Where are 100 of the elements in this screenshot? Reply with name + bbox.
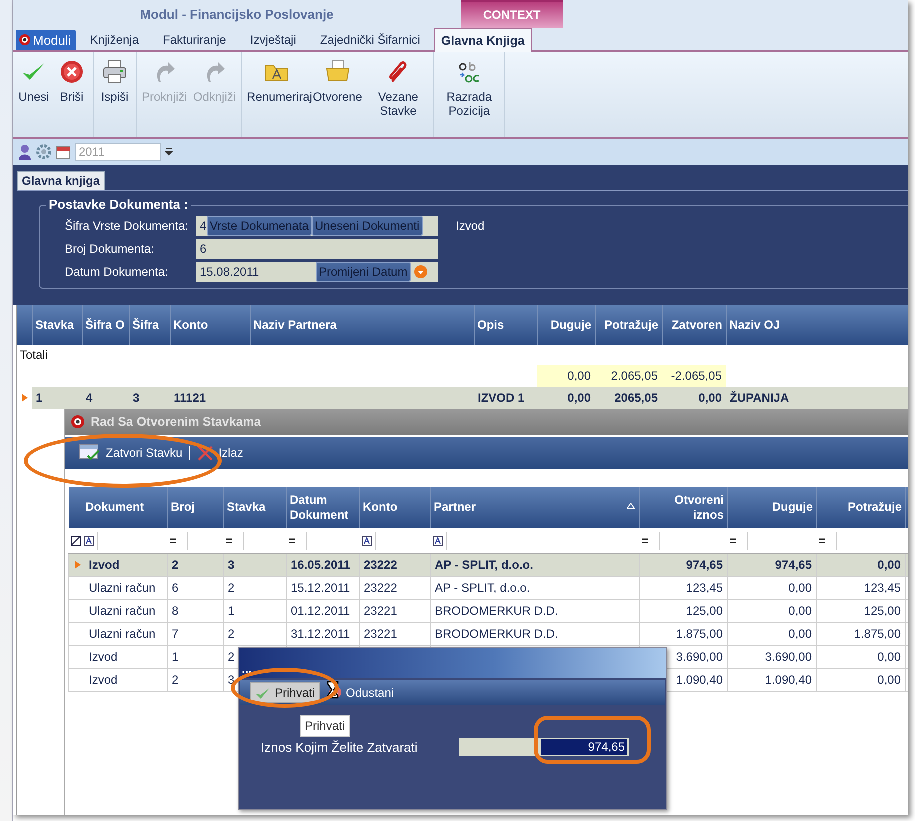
table-cell: 1 <box>172 650 179 664</box>
dropdown-icon[interactable] <box>414 265 428 279</box>
table-cell: AP - SPLIT, d.o.o. <box>435 558 534 572</box>
column-header[interactable]: Potražuje <box>816 487 906 528</box>
filter-operator[interactable]: = <box>642 534 656 548</box>
ribbon-tab[interactable]: Zajednički Šifarnici <box>310 30 430 50</box>
table-cell: 1.875,00 <box>676 627 723 641</box>
close-item-button[interactable]: Zatvori Stavku <box>75 444 187 462</box>
table-cell: 23222 <box>364 581 398 595</box>
table-cell: 31.12.2011 <box>291 627 350 641</box>
column-header[interactable]: Duguje <box>537 305 595 345</box>
ribbon-tab[interactable]: Knjiženja <box>80 30 149 50</box>
table-cell: BRODOMERKUR D.D. <box>435 627 558 641</box>
table-cell: 2 <box>172 673 179 687</box>
column-header[interactable]: Duguje <box>728 487 816 528</box>
ribbon-button[interactable]: Otvorene <box>310 52 366 137</box>
filter-operator[interactable]: = <box>226 534 240 548</box>
column-header[interactable]: Datum Dokument <box>286 487 360 528</box>
table-cell: 3.690,00 <box>676 650 723 664</box>
column-header[interactable]: Opis <box>474 305 537 345</box>
hourglass-cursor-icon <box>327 681 339 699</box>
ribbon-tab[interactable]: Fakturiranje <box>153 30 236 50</box>
table-cell: 1.875,00 <box>854 627 901 641</box>
column-header[interactable]: Stavka <box>224 487 286 528</box>
total-cell: 2.065,05 <box>595 365 662 387</box>
column-header[interactable]: Šifra O <box>82 305 129 345</box>
table-cell: 01.12.2011 <box>291 604 350 618</box>
window-title: Modul - Financijsko Poslovanje <box>140 6 334 22</box>
table-cell: 2 <box>172 558 179 572</box>
table-cell: 1.090,40 <box>765 673 812 687</box>
column-header[interactable]: Zatvoren <box>662 305 726 345</box>
table-row[interactable]: Ulazni račun 6 2 15.12.2011 23222 AP - SPLIT, d.o.o. 123,45 0,00 123,45 <box>68 576 908 600</box>
dropdown-arrow-icon[interactable] <box>165 148 173 156</box>
window-check-icon <box>79 444 101 462</box>
ribbon-button[interactable]: Vezane Stavke <box>365 52 432 137</box>
table-cell: 0,00 <box>537 387 595 409</box>
column-header[interactable]: Dokument <box>68 487 168 528</box>
table-cell: Izvod <box>89 650 118 664</box>
printer-icon <box>102 60 128 84</box>
table-cell: 123,45 <box>686 581 723 595</box>
table-cell: Ulazni račun <box>89 604 156 618</box>
column-header[interactable]: Naziv Partnera <box>250 305 474 345</box>
table-row[interactable]: Ulazni račun 8 1 01.12.2011 23221 BRODOMERKUR D.D. 125,00 0,00 125,00 <box>68 600 908 622</box>
calendar-icon <box>56 144 71 160</box>
filter-operator[interactable]: = <box>818 534 832 548</box>
ribbon-button[interactable]: Razrada Pozicija <box>436 52 502 137</box>
table-row[interactable]: Izvod 2 3 16.05.2011 23222 AP - SPLIT, d.o.o. 974,65 974,65 0,00 <box>68 554 908 576</box>
table-cell: 2 <box>228 627 235 641</box>
column-header[interactable]: Konto <box>360 487 430 528</box>
sort-icon <box>627 503 635 509</box>
table-cell: 125,00 <box>864 604 901 618</box>
filter-operator[interactable]: = <box>730 534 744 548</box>
document-type-text: Izvod <box>456 219 485 233</box>
document-tab[interactable]: Glavna knjiga <box>17 171 106 190</box>
column-header[interactable]: Konto <box>170 305 250 345</box>
clear-filter-icon[interactable] <box>70 536 80 546</box>
table-cell: 6 <box>172 581 179 595</box>
filter-operator[interactable]: = <box>288 534 302 548</box>
column-header[interactable]: Partner <box>430 487 640 528</box>
text-filter-icon[interactable] <box>84 536 94 546</box>
target-icon <box>71 415 85 429</box>
total-cell: -2.065,05 <box>662 365 726 387</box>
table-cell: 3 <box>228 558 235 572</box>
text-filter-icon[interactable] <box>362 536 372 546</box>
filter-operator[interactable]: = <box>170 534 184 548</box>
column-header[interactable]: Šifra <box>129 305 170 345</box>
table-cell: 0,00 <box>878 673 901 687</box>
column-header[interactable]: Stavka <box>32 305 82 345</box>
column-header[interactable]: Naziv OJ <box>726 305 908 345</box>
table-cell: AP - SPLIT, d.o.o. <box>435 581 530 595</box>
input-field[interactable]: 6 <box>196 239 438 259</box>
table-cell: 0,00 <box>788 581 812 595</box>
ribbon-tab[interactable]: Glavna Knjiga <box>434 28 532 52</box>
modules-menu-button[interactable]: Moduli <box>16 30 76 50</box>
table-cell: 23221 <box>364 604 398 618</box>
table-cell: 1.090,40 <box>676 673 723 687</box>
exit-button[interactable]: Izlaz <box>192 444 248 462</box>
ribbon-button[interactable]: Renumeriraj <box>244 52 310 137</box>
column-header[interactable]: Potražuje <box>595 305 662 345</box>
accept-button[interactable]: Prihvati <box>250 682 320 703</box>
column-header[interactable]: Otvoreni iznos <box>640 487 728 528</box>
table-row[interactable]: Ulazni račun 7 2 31.12.2011 23221 BRODOMERKUR D.D. 1.875,00 0,00 1.875,00 <box>68 622 908 646</box>
gear-icon <box>36 144 52 160</box>
ribbon-button[interactable]: Unesi <box>15 52 53 137</box>
column-header[interactable]: Broj <box>168 487 224 528</box>
table-cell: IZVOD 1 <box>474 387 537 409</box>
table-cell: 3.690,00 <box>765 650 812 664</box>
table-cell: 16.05.2011 <box>291 558 350 572</box>
table-cell: 123,45 <box>864 581 901 595</box>
amount-field[interactable]: 974,65 <box>459 738 629 756</box>
ribbon-button[interactable]: Ispiši <box>96 52 134 137</box>
ribbon-tab[interactable]: Izvještaji <box>240 30 306 50</box>
text-filter-icon[interactable] <box>432 536 442 546</box>
folder-document-icon <box>324 60 351 84</box>
ribbon-button[interactable]: Briši <box>53 52 91 137</box>
table-cell: 0,00 <box>788 604 812 618</box>
table-row[interactable]: 1 4 3 11121 IZVOD 1 0,00 2065,05 0,00 ŽUPANIJA <box>17 387 908 409</box>
input-field[interactable]: 15.08.2011 Promijeni Datum <box>196 262 438 282</box>
table-cell: 7 <box>172 627 179 641</box>
panel-title: Rad Sa Otvorenim Stavkama <box>91 415 262 429</box>
